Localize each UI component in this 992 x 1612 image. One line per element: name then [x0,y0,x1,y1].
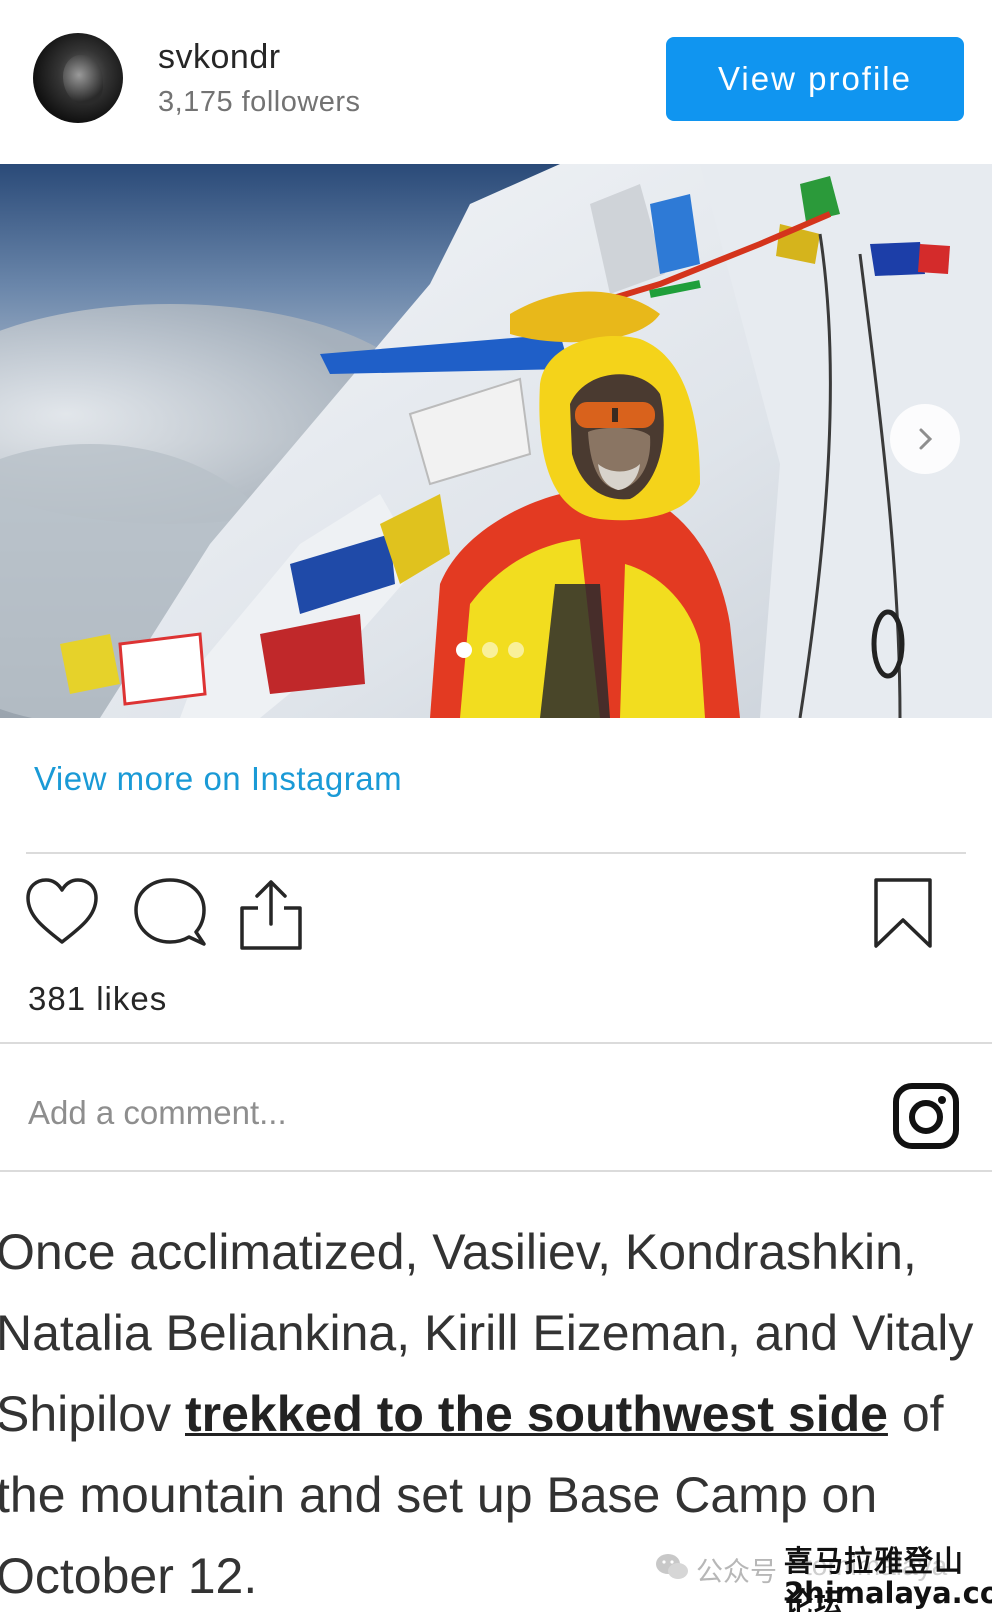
like-count: 381 likes [28,980,168,1017]
watermark: 公众号 · tomimalaya 喜马拉雅登山论坛 2himalaya.com [654,1538,992,1612]
comment-input[interactable]: Add a comment... [28,1094,287,1132]
post-header: svkondr 3,175 followers View profile [0,0,992,160]
wechat-icon [656,1554,688,1579]
view-more-link[interactable]: View more on Instagram [34,760,402,798]
instagram-logo-icon [893,1083,959,1149]
bookmark-icon [874,878,932,948]
comment-icon [134,878,206,946]
carousel-dot [456,642,472,658]
carousel-indicator [456,642,524,658]
carousel-dot [482,642,498,658]
carousel-next-button[interactable] [890,404,960,474]
chevron-right-icon [919,428,933,450]
divider [0,1170,992,1172]
username[interactable]: svkondr [158,38,281,77]
heart-icon [26,878,98,944]
share-button[interactable] [236,876,306,957]
share-icon [240,880,302,950]
follower-count: 3,175 followers [158,86,361,118]
post-image[interactable] [0,164,992,718]
comment-button[interactable] [132,876,208,953]
action-bar [24,876,964,956]
avatar[interactable] [33,33,123,123]
save-button[interactable] [872,876,934,955]
watermark-site: 2himalaya.com [784,1576,992,1610]
carousel-dot [508,642,524,658]
like-button[interactable] [24,876,100,953]
divider [0,1042,992,1044]
instagram-logo[interactable] [892,1082,960,1150]
summit-photo [0,164,992,718]
watermark-label: 公众号 · [696,1557,795,1588]
divider [26,852,966,854]
article-link[interactable]: trekked to the southwest side [185,1386,888,1442]
view-profile-button[interactable]: View profile [666,37,964,121]
